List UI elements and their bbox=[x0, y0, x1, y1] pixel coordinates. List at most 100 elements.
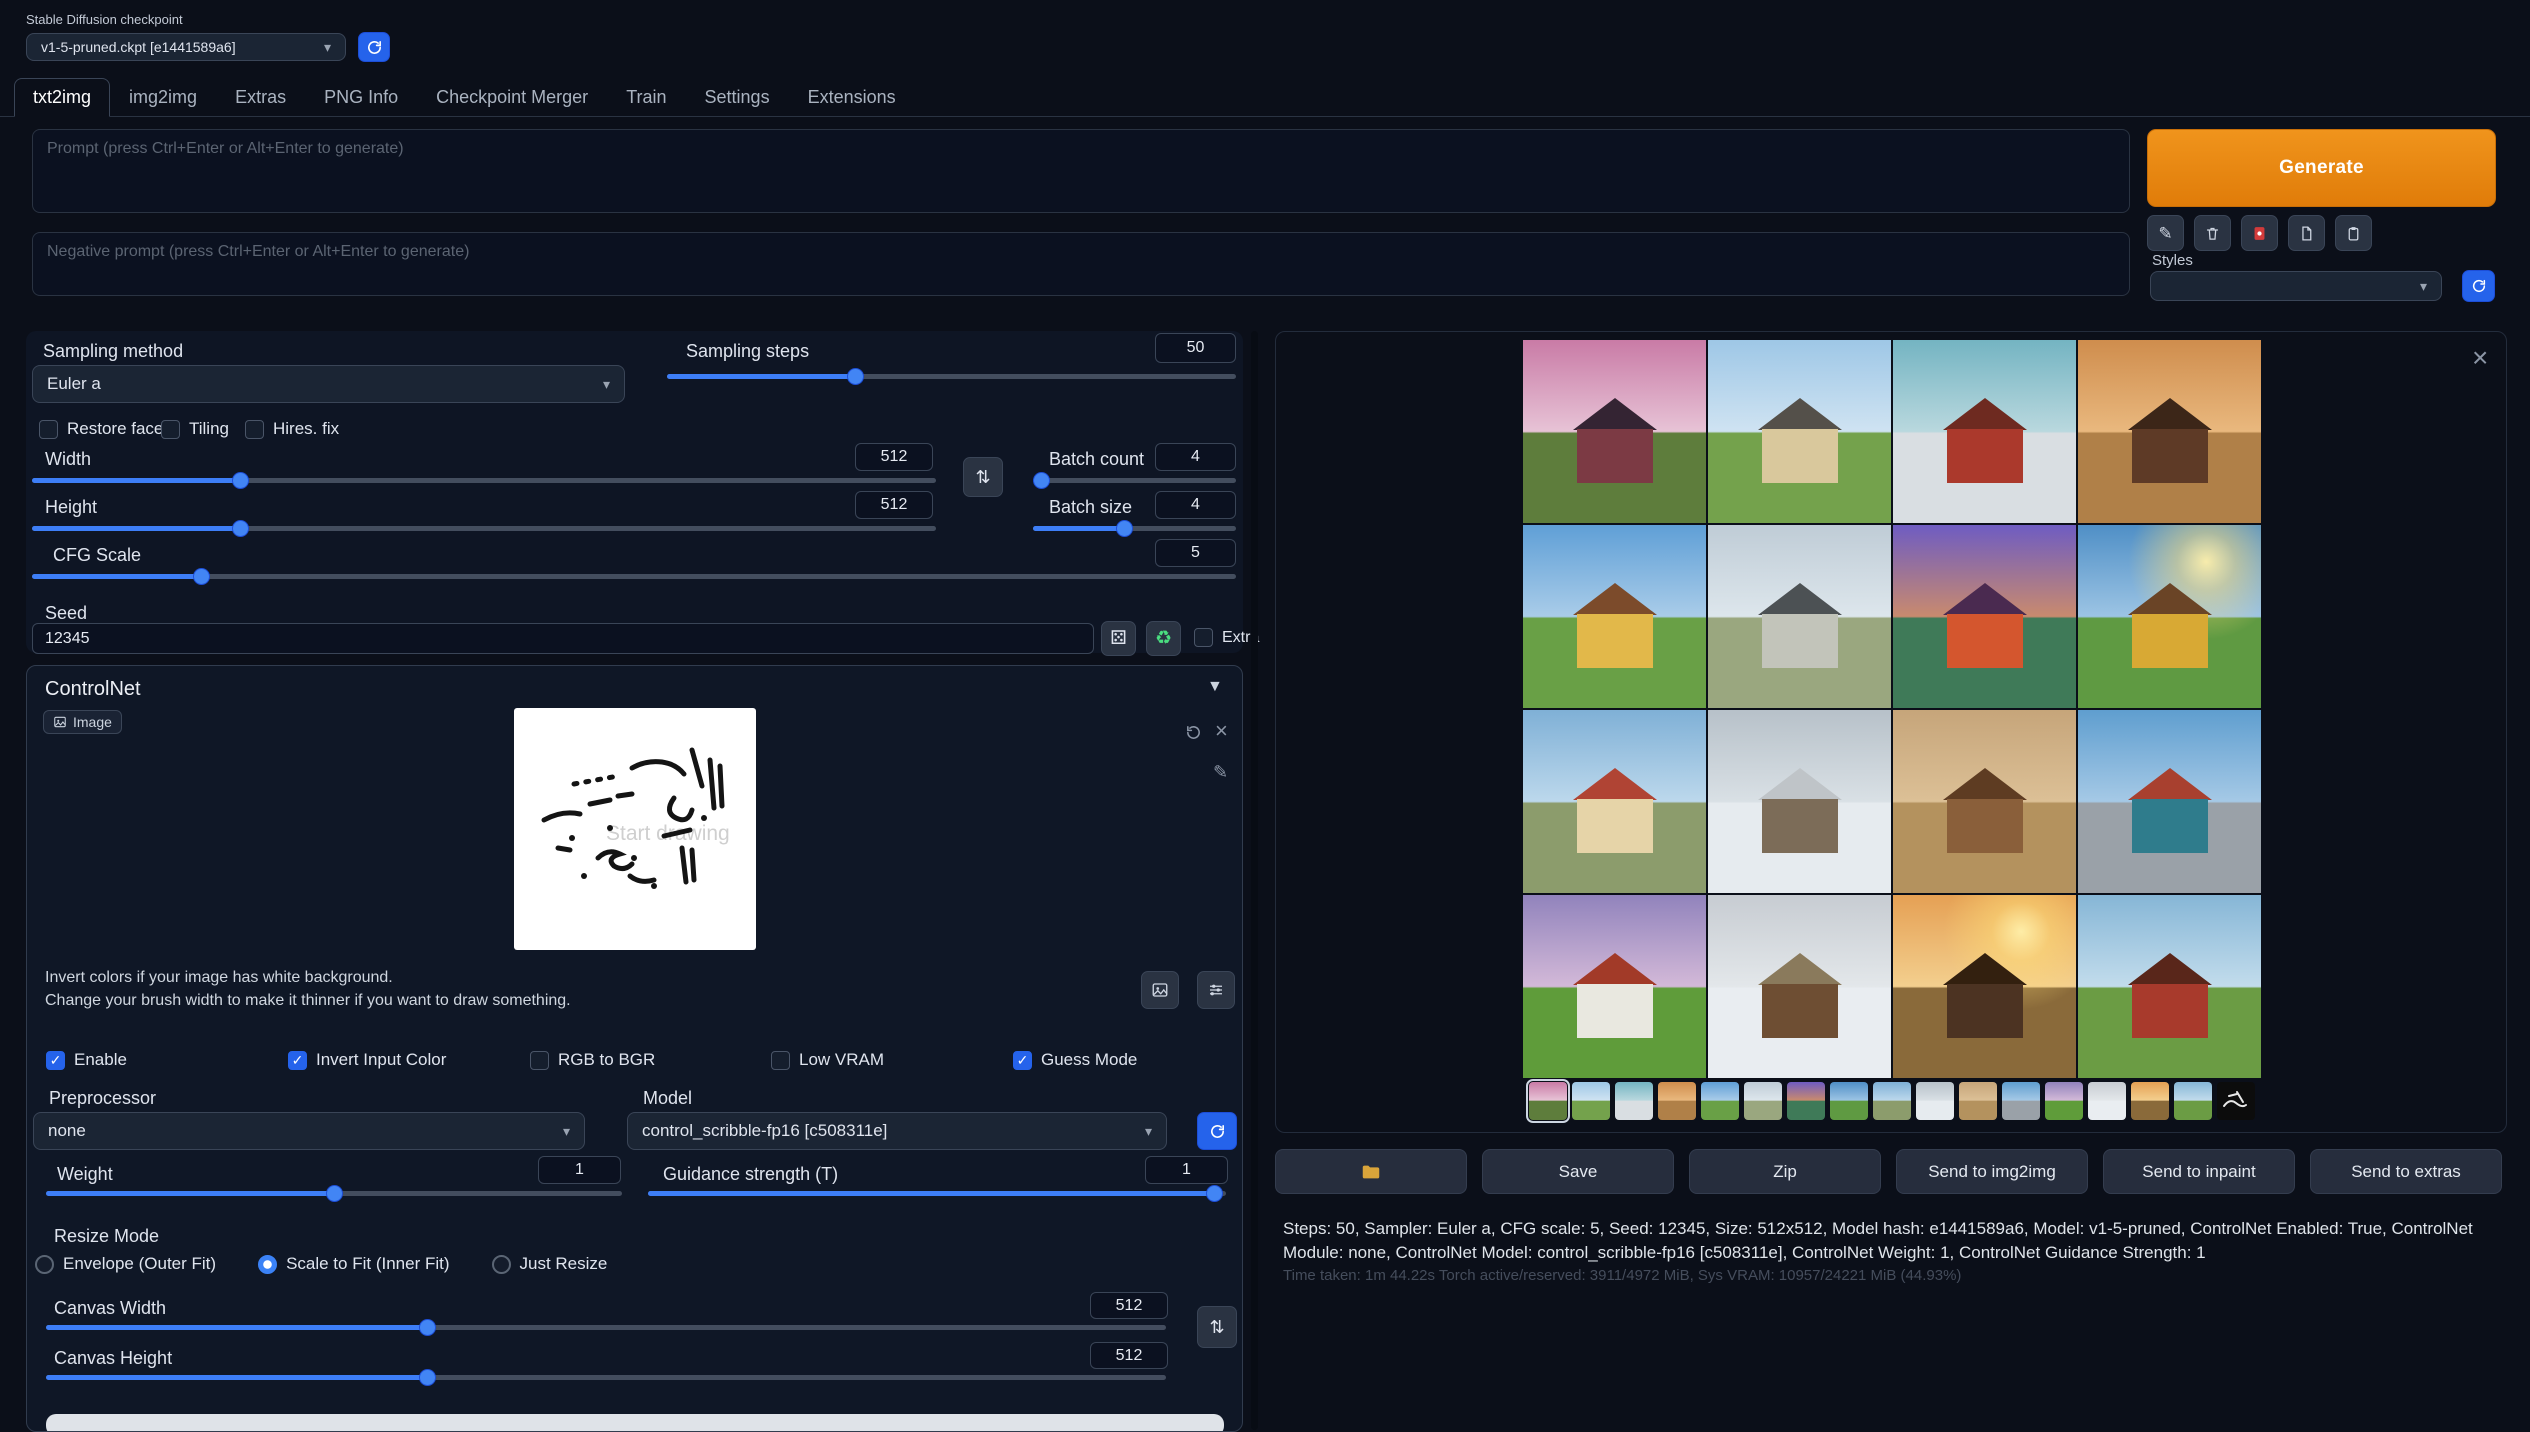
gallery-thumbnail[interactable] bbox=[1572, 1082, 1610, 1120]
generate-button[interactable]: Generate bbox=[2147, 129, 2496, 207]
height-slider[interactable] bbox=[32, 517, 936, 539]
open-image-button[interactable] bbox=[1141, 971, 1179, 1009]
tab-txt2img[interactable]: txt2img bbox=[14, 78, 110, 117]
slider-knob[interactable] bbox=[419, 1369, 436, 1386]
gallery-image[interactable] bbox=[2078, 710, 2261, 893]
negative-prompt-input[interactable] bbox=[32, 232, 2130, 296]
tab-checkpoint-merger[interactable]: Checkpoint Merger bbox=[417, 78, 607, 117]
tab-png-info[interactable]: PNG Info bbox=[305, 78, 417, 117]
gallery-image[interactable] bbox=[1893, 340, 2076, 523]
gallery-thumbnail[interactable] bbox=[2174, 1082, 2212, 1120]
gallery-thumbnail[interactable] bbox=[1916, 1082, 1954, 1120]
refresh-styles-button[interactable] bbox=[2462, 270, 2495, 302]
tiling-checkbox[interactable]: Tiling bbox=[161, 419, 229, 439]
model-select[interactable]: control_scribble-fp16 [c508311e] ▾ bbox=[627, 1112, 1167, 1150]
gallery-image[interactable] bbox=[1708, 895, 1891, 1078]
tab-settings[interactable]: Settings bbox=[686, 78, 789, 117]
send-to-inpaint-button[interactable]: Send to inpaint bbox=[2103, 1149, 2295, 1194]
cfg-scale-slider[interactable] bbox=[32, 565, 1236, 587]
guess-mode-checkbox[interactable]: Guess Mode bbox=[1013, 1050, 1137, 1070]
restore-faces-checkbox[interactable]: Restore faces bbox=[39, 419, 172, 439]
width-slider[interactable] bbox=[32, 469, 936, 491]
swap-dimensions-button[interactable]: ⇅ bbox=[963, 457, 1003, 497]
low-vram-checkbox[interactable]: Low VRAM bbox=[771, 1050, 884, 1070]
controlnet-map-thumbnail[interactable] bbox=[2217, 1082, 2255, 1120]
seed-input[interactable] bbox=[32, 623, 1094, 654]
style-red-button[interactable] bbox=[2241, 215, 2278, 251]
canvas-width-slider[interactable] bbox=[46, 1316, 1166, 1338]
preprocessor-select[interactable]: none ▾ bbox=[33, 1112, 585, 1150]
gallery-thumbnail[interactable] bbox=[1873, 1082, 1911, 1120]
styles-select[interactable]: ▾ bbox=[2150, 271, 2442, 301]
guidance-strength-slider[interactable] bbox=[648, 1182, 1226, 1204]
gallery-thumbnail[interactable] bbox=[1701, 1082, 1739, 1120]
gallery-image[interactable] bbox=[1708, 340, 1891, 523]
paste-params-button[interactable]: ✎ bbox=[2147, 215, 2184, 251]
brush-tool-button[interactable]: ✎ bbox=[1213, 762, 1228, 783]
send-to-img2img-button[interactable]: Send to img2img bbox=[1896, 1149, 2088, 1194]
gallery-image[interactable] bbox=[1523, 710, 1706, 893]
sampling-method-select[interactable]: Euler a ▾ bbox=[32, 365, 625, 403]
hires-fix-checkbox[interactable]: Hires. fix bbox=[245, 419, 339, 439]
slider-knob[interactable] bbox=[419, 1319, 436, 1336]
gallery-thumbnail[interactable] bbox=[1658, 1082, 1696, 1120]
clear-prompt-button[interactable] bbox=[2194, 215, 2231, 251]
batch-count-input[interactable] bbox=[1155, 443, 1236, 471]
random-seed-button[interactable]: ⚄ bbox=[1101, 621, 1136, 656]
gallery-image[interactable] bbox=[2078, 340, 2261, 523]
resize-scale-to-fit-radio[interactable]: Scale to Fit (Inner Fit) bbox=[258, 1254, 449, 1274]
slider-knob[interactable] bbox=[1033, 472, 1050, 489]
zip-button[interactable]: Zip bbox=[1689, 1149, 1881, 1194]
undo-drawing-button[interactable] bbox=[1179, 718, 1207, 746]
gallery-thumbnail[interactable] bbox=[1529, 1082, 1567, 1120]
canvas-width-input[interactable] bbox=[1090, 1292, 1168, 1319]
batch-size-input[interactable] bbox=[1155, 491, 1236, 519]
slider-knob[interactable] bbox=[1206, 1185, 1223, 1202]
gallery-image[interactable] bbox=[1523, 340, 1706, 523]
apply-style-button[interactable] bbox=[2335, 215, 2372, 251]
resize-just-resize-radio[interactable]: Just Resize bbox=[492, 1254, 608, 1274]
gallery-thumbnail[interactable] bbox=[2088, 1082, 2126, 1120]
gallery-image[interactable] bbox=[1708, 525, 1891, 708]
canvas-height-slider[interactable] bbox=[46, 1366, 1166, 1388]
gallery-thumbnail[interactable] bbox=[2002, 1082, 2040, 1120]
open-folder-button[interactable] bbox=[1275, 1149, 1467, 1194]
sampling-steps-input[interactable] bbox=[1155, 333, 1236, 363]
tab-train[interactable]: Train bbox=[607, 78, 685, 117]
gallery-image[interactable] bbox=[1523, 895, 1706, 1078]
gallery-image[interactable] bbox=[1893, 525, 2076, 708]
resize-envelope-radio[interactable]: Envelope (Outer Fit) bbox=[35, 1254, 216, 1274]
send-to-extras-button[interactable]: Send to extras bbox=[2310, 1149, 2502, 1194]
cfg-scale-input[interactable] bbox=[1155, 539, 1236, 567]
gallery-thumbnail[interactable] bbox=[1787, 1082, 1825, 1120]
refresh-model-button[interactable] bbox=[1197, 1112, 1237, 1150]
prompt-input[interactable] bbox=[32, 129, 2130, 213]
weight-slider[interactable] bbox=[46, 1182, 622, 1204]
height-input[interactable] bbox=[855, 491, 933, 519]
width-input[interactable] bbox=[855, 443, 933, 471]
weight-input[interactable] bbox=[538, 1156, 621, 1184]
enable-checkbox[interactable]: Enable bbox=[46, 1050, 127, 1070]
rgb-to-bgr-checkbox[interactable]: RGB to BGR bbox=[530, 1050, 655, 1070]
slider-knob[interactable] bbox=[232, 472, 249, 489]
extra-seed-checkbox[interactable]: Extra bbox=[1194, 628, 1259, 647]
gallery-thumbnail[interactable] bbox=[1744, 1082, 1782, 1120]
slider-knob[interactable] bbox=[193, 568, 210, 585]
gallery-thumbnail[interactable] bbox=[1615, 1082, 1653, 1120]
create-canvas-button[interactable] bbox=[46, 1414, 1224, 1432]
slider-knob[interactable] bbox=[326, 1185, 343, 1202]
gallery-image[interactable] bbox=[1708, 710, 1891, 893]
gallery-thumbnail[interactable] bbox=[1959, 1082, 1997, 1120]
slider-knob[interactable] bbox=[232, 520, 249, 537]
swap-canvas-dimensions-button[interactable]: ⇅ bbox=[1197, 1306, 1237, 1348]
refresh-checkpoint-button[interactable] bbox=[358, 32, 390, 62]
tab-extensions[interactable]: Extensions bbox=[789, 78, 915, 117]
canvas-height-input[interactable] bbox=[1090, 1342, 1168, 1369]
gallery-thumbnail[interactable] bbox=[2131, 1082, 2169, 1120]
save-button[interactable]: Save bbox=[1482, 1149, 1674, 1194]
gallery-image[interactable] bbox=[2078, 525, 2261, 708]
close-gallery-button[interactable]: × bbox=[2472, 344, 2488, 372]
guidance-strength-input[interactable] bbox=[1145, 1156, 1228, 1184]
slider-knob[interactable] bbox=[847, 368, 864, 385]
slider-knob[interactable] bbox=[1116, 520, 1133, 537]
